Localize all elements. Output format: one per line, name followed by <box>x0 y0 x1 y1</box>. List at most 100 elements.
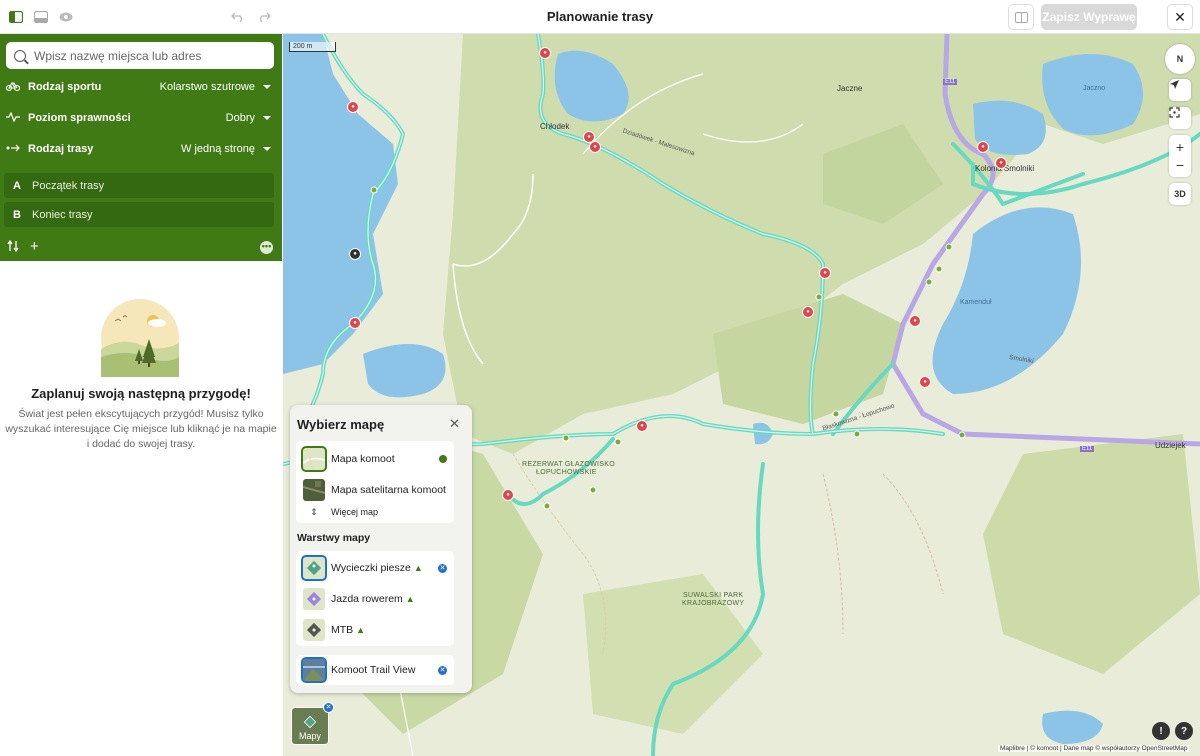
fitness-level-row[interactable]: Poziom sprawności Dobry <box>0 103 282 133</box>
map-chooser-panel: Wybierz mapę ✕ Mapa komoot Mapa satelita… <box>290 405 472 693</box>
waypoint-tools: + ••• <box>0 236 282 258</box>
more-options-icon[interactable]: ••• <box>260 241 273 254</box>
road-label: E11 <box>1080 446 1095 452</box>
bike-poi-marker[interactable]: ● <box>539 47 551 59</box>
save-tour-button[interactable]: Zapisz Wyprawę <box>1041 4 1137 30</box>
road-label: E11 <box>943 79 958 85</box>
more-maps-button[interactable]: ⇕ Więcej map <box>296 503 454 521</box>
bike-poi-marker[interactable]: ● <box>995 157 1007 169</box>
bicycle-icon <box>5 81 21 94</box>
report-issue-icon[interactable]: ! <box>1152 722 1170 740</box>
one-way-route-icon <box>6 143 20 156</box>
bike-poi-marker[interactable]: ● <box>909 315 921 327</box>
viewpoint-marker[interactable]: ● <box>349 248 361 260</box>
planner-options-panel: Rodzaj sportu Kolarstwo szutrowe Poziom … <box>0 34 282 261</box>
bike-poi-marker[interactable]: ● <box>502 489 514 501</box>
waypoint-start[interactable]: A Początek trasy <box>4 173 274 198</box>
park-label-line2: KRAJOBRAZOWY <box>682 600 745 607</box>
tree-icon: ▲ <box>413 563 423 573</box>
search-box[interactable] <box>6 42 274 69</box>
compare-button[interactable] <box>1008 4 1034 30</box>
map-option-satellite[interactable]: Mapa satelitarna komoot <box>296 478 454 502</box>
chevron-down-icon <box>263 85 271 89</box>
zoom-controls: + − <box>1169 135 1191 177</box>
map-attribution[interactable]: Maplibre | © komoot | Dane map © współau… <box>998 745 1190 752</box>
mtb-layer-thumbnail <box>303 619 325 641</box>
empty-state-text: Świat jest pełen ekscytujących przygód! … <box>5 408 277 450</box>
trail-view-card: Komoot Trail View ✕ <box>296 655 454 685</box>
remove-layer-icon[interactable]: ✕ <box>438 563 447 573</box>
waypoint-label: Początek trasy <box>32 179 105 192</box>
sport-type-label: Rodzaj sportu <box>28 81 102 93</box>
fit-view-button[interactable] <box>1169 107 1191 129</box>
3d-toggle-button[interactable]: 3D <box>1169 183 1191 205</box>
bike-poi-marker[interactable]: ● <box>819 267 831 279</box>
bike-poi-marker[interactable]: ● <box>919 376 931 388</box>
layer-label: MTB <box>331 624 354 636</box>
map-layer-icon <box>303 715 317 729</box>
navigation-arrow-icon <box>1170 80 1179 89</box>
search-icon <box>14 49 26 62</box>
map-option-label: Mapa satelitarna komoot <box>331 484 446 496</box>
pulse-icon <box>6 111 20 125</box>
waypoint-label: Koniec trasy <box>32 208 93 221</box>
adventure-illustration <box>101 299 179 377</box>
bike-poi-marker[interactable]: ● <box>347 101 359 113</box>
layer-cycling[interactable]: Jazda rowerem ▲ <box>296 587 454 611</box>
bike-poi-marker[interactable]: ● <box>977 141 989 153</box>
place-label: Chłodek <box>540 122 570 131</box>
place-label: Kamenduł <box>960 299 992 306</box>
zoom-in-button[interactable]: + <box>1176 138 1184 156</box>
tree-icon: ▲ <box>356 625 366 635</box>
reverse-route-icon[interactable] <box>7 239 19 255</box>
chevron-down-icon <box>263 147 271 151</box>
bike-poi-marker[interactable]: ● <box>349 317 361 329</box>
trail-view-thumbnail <box>301 657 327 683</box>
bike-poi-marker[interactable]: ● <box>589 141 601 153</box>
bike-poi-marker[interactable]: ● <box>802 306 814 318</box>
place-label: Jaczno <box>1083 85 1106 92</box>
locate-button[interactable] <box>1169 79 1191 101</box>
chevron-down-icon <box>263 116 271 120</box>
maps-button-label: Mapy <box>298 731 321 741</box>
bike-poi-marker[interactable]: ● <box>636 420 648 432</box>
waypoint-end[interactable]: B Koniec trasy <box>4 202 274 227</box>
compass-button[interactable]: N <box>1165 44 1195 74</box>
help-icon[interactable]: ? <box>1175 722 1193 740</box>
more-maps-label: Więcej map <box>331 507 379 517</box>
planner-sidebar: Rodzaj sportu Kolarstwo szutrowe Poziom … <box>0 34 282 756</box>
fitness-level-label: Poziom sprawności <box>28 112 131 124</box>
layer-hiking[interactable]: Wycieczki piesze ▲ ✕ <box>296 555 454 581</box>
layer-label: Wycieczki piesze <box>331 562 411 574</box>
map-chooser-title: Wybierz mapę <box>297 417 385 432</box>
route-type-row[interactable]: Rodzaj trasy W jedną stronę <box>0 134 282 164</box>
top-bar: Planowanie trasy Zapisz Wyprawę ✕ <box>0 0 1200 34</box>
sport-type-row[interactable]: Rodzaj sportu Kolarstwo szutrowe <box>0 72 282 102</box>
fitness-level-value: Dobry <box>225 112 255 124</box>
selected-indicator <box>439 455 447 463</box>
map-layers-title: Warstwy mapy <box>297 532 371 544</box>
komoot-map-thumbnail <box>301 446 327 472</box>
layer-mtb[interactable]: MTB ▲ <box>296 618 454 642</box>
close-button[interactable]: ✕ <box>1167 4 1193 30</box>
reserve-label-line2: ŁOPUCHOWSKIE <box>536 469 597 476</box>
search-input[interactable] <box>34 48 254 63</box>
waypoint-letter: B <box>13 208 21 221</box>
zoom-out-button[interactable]: − <box>1176 156 1184 174</box>
add-waypoint-icon[interactable]: + <box>30 238 39 255</box>
map-option-label: Mapa komoot <box>331 453 395 465</box>
close-icon[interactable]: ✕ <box>449 416 460 432</box>
layer-trail-view[interactable]: Komoot Trail View ✕ <box>296 657 454 683</box>
maps-button[interactable]: Mapy <box>291 707 329 745</box>
waypoint-letter: A <box>13 179 21 192</box>
map-option-komoot[interactable]: Mapa komoot <box>296 446 454 472</box>
active-layers-badge: ✕ <box>323 702 334 713</box>
expand-icon: ⇕ <box>310 506 318 517</box>
cycling-layer-thumbnail <box>303 588 325 610</box>
remove-layer-icon[interactable]: ✕ <box>438 665 447 675</box>
layer-label: Jazda rowerem <box>331 593 403 605</box>
empty-state-title: Zaplanuj swoją następną przygodę! <box>31 386 251 401</box>
hiking-layer-thumbnail <box>301 555 327 581</box>
sport-type-value: Kolarstwo szutrowe <box>159 81 255 93</box>
route-type-label: Rodzaj trasy <box>28 143 94 155</box>
